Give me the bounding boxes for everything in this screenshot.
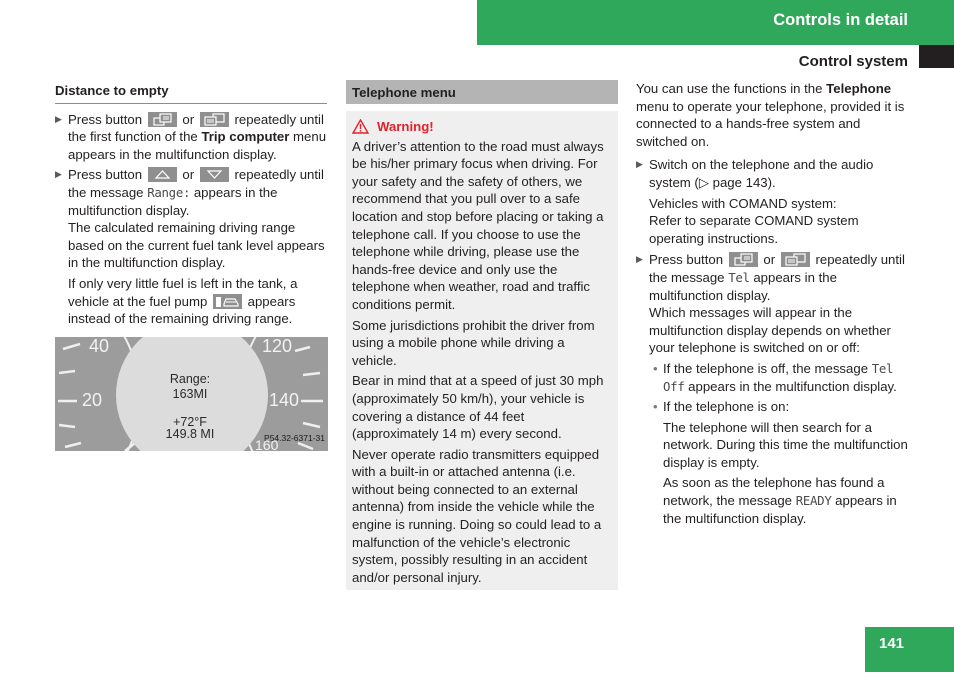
speed-label: 20 [82,389,103,410]
left-column: Distance to empty ▶ Press button or repe… [55,80,328,451]
page-number-box: 141 [865,627,954,672]
comand-note: Vehicles with COMAND system: [649,195,837,211]
display-range-label: Range: [169,371,211,386]
display-odometer: 149.8 MI [165,426,215,441]
telephone-intro: You can use the functions in the Telepho… [636,81,905,149]
network-search-note: The telephone will then search for a net… [663,419,908,470]
warning-title: Warning! [377,119,434,134]
fuel-note: If only very little fuel is left in the … [68,275,298,327]
right-column: You can use the functions in the Telepho… [636,80,912,530]
warning-header: Warning! [352,118,612,136]
page-reference-link[interactable]: ▷ page 143 [699,175,768,190]
chapter-title: Controls in detail [773,11,908,29]
bullet-telephone-off: • If the telephone is off, the message T… [653,360,897,394]
step-arrow-icon: ▶ [636,254,643,265]
figure-code: P54.32-6371-31 [264,433,325,444]
arrow-up-icon [147,167,177,183]
bullet-dot-icon: • [653,399,658,415]
range-explanation: The calculated remaining driving range b… [68,220,325,271]
warning-paragraph: A driver’s attention to the road must al… [352,138,604,312]
range-message: Range: [147,184,191,200]
warning-box: Warning! A driver’s attention to the roa… [346,111,618,590]
display-next-icon [780,252,810,268]
messages-explanation: Which messages will appear in the multif… [649,305,891,356]
section-title: Control system [798,53,908,70]
tel-message: Tel [728,269,750,285]
bullet-dot-icon: • [653,360,658,376]
display-range-value: 163MI [172,386,208,401]
warning-paragraph: Bear in mind that at a speed of just 30 … [352,373,604,442]
ready-message: READY [795,493,832,509]
chapter-header-bar: Controls in detail [477,0,954,45]
display-prev-icon [728,252,758,268]
step-arrow-icon: ▶ [636,159,643,170]
arrow-down-icon [199,167,229,183]
warning-paragraph: Some jurisdictions prohibit the driver f… [352,317,595,368]
instrument-cluster-figure: 40 20 120 140 160 Range: 163MI +72°F 149… [55,336,328,451]
speed-label: 40 [89,336,110,356]
step-tel-message: ▶ Press button or repeatedly until the m… [636,251,912,357]
thumb-index-tab [919,45,954,68]
page-number: 141 [879,635,905,652]
display-next-icon [199,111,229,127]
step-arrow-icon: ▶ [55,113,62,124]
vehicle-at-fuel-pump-icon [212,293,242,309]
network-found-note: As soon as the telephone has found a net… [663,475,897,526]
step-switch-on: ▶ Switch on the telephone and the audio … [636,156,912,247]
telephone-menu-heading: Telephone menu [346,80,618,104]
step-range-message: ▶ Press button or repeatedly until the m… [55,166,327,272]
warning-paragraph: Never operate radio transmitters equippe… [352,446,602,585]
comand-note-detail: Refer to separate COMAND system operatin… [649,213,859,246]
bullet-telephone-on: • If the telephone is on: [653,399,790,415]
display-prev-icon [147,111,177,127]
step-trip-computer: ▶ Press button or repeatedly until the f… [55,111,327,162]
speed-label: 120 [262,336,293,356]
distance-to-empty-heading: Distance to empty [55,82,327,104]
warning-triangle-icon [352,119,369,134]
step-arrow-icon: ▶ [55,169,62,180]
middle-column: Telephone menu Warning! A driver’s atten… [346,80,618,590]
speed-label: 140 [269,389,300,410]
